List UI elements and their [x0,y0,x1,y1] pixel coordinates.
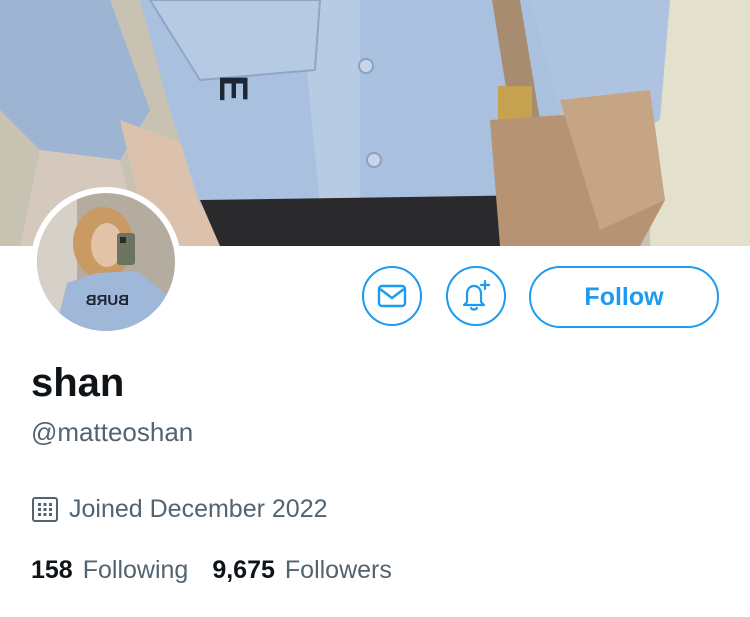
notifications-button[interactable] [446,266,506,326]
follow-button[interactable]: Follow [529,266,719,328]
bell-plus-icon [462,279,491,311]
avatar-photo: BURB [37,193,175,331]
user-handle: @matteoshan [31,417,194,447]
display-name: shan [31,361,125,405]
envelope-icon [377,284,407,308]
followers-label: Followers [284,555,392,584]
message-button[interactable] [362,266,422,326]
calendar-icon [32,497,58,522]
profile-avatar[interactable]: BURB [31,187,181,337]
joined-date: Joined December 2022 [31,492,328,526]
following-count: 158 [31,555,73,584]
avatar-shirt-text: BURB [86,292,129,309]
svg-text:E: E [211,75,255,102]
profile-stats: 158 Following 9,675 Followers [31,553,416,587]
followers-count: 9,675 [212,555,275,584]
following-link[interactable]: 158 Following [31,556,188,585]
followers-link[interactable]: 9,675 Followers [212,556,392,585]
following-label: Following [82,555,189,584]
joined-text: Joined December 2022 [69,494,328,523]
